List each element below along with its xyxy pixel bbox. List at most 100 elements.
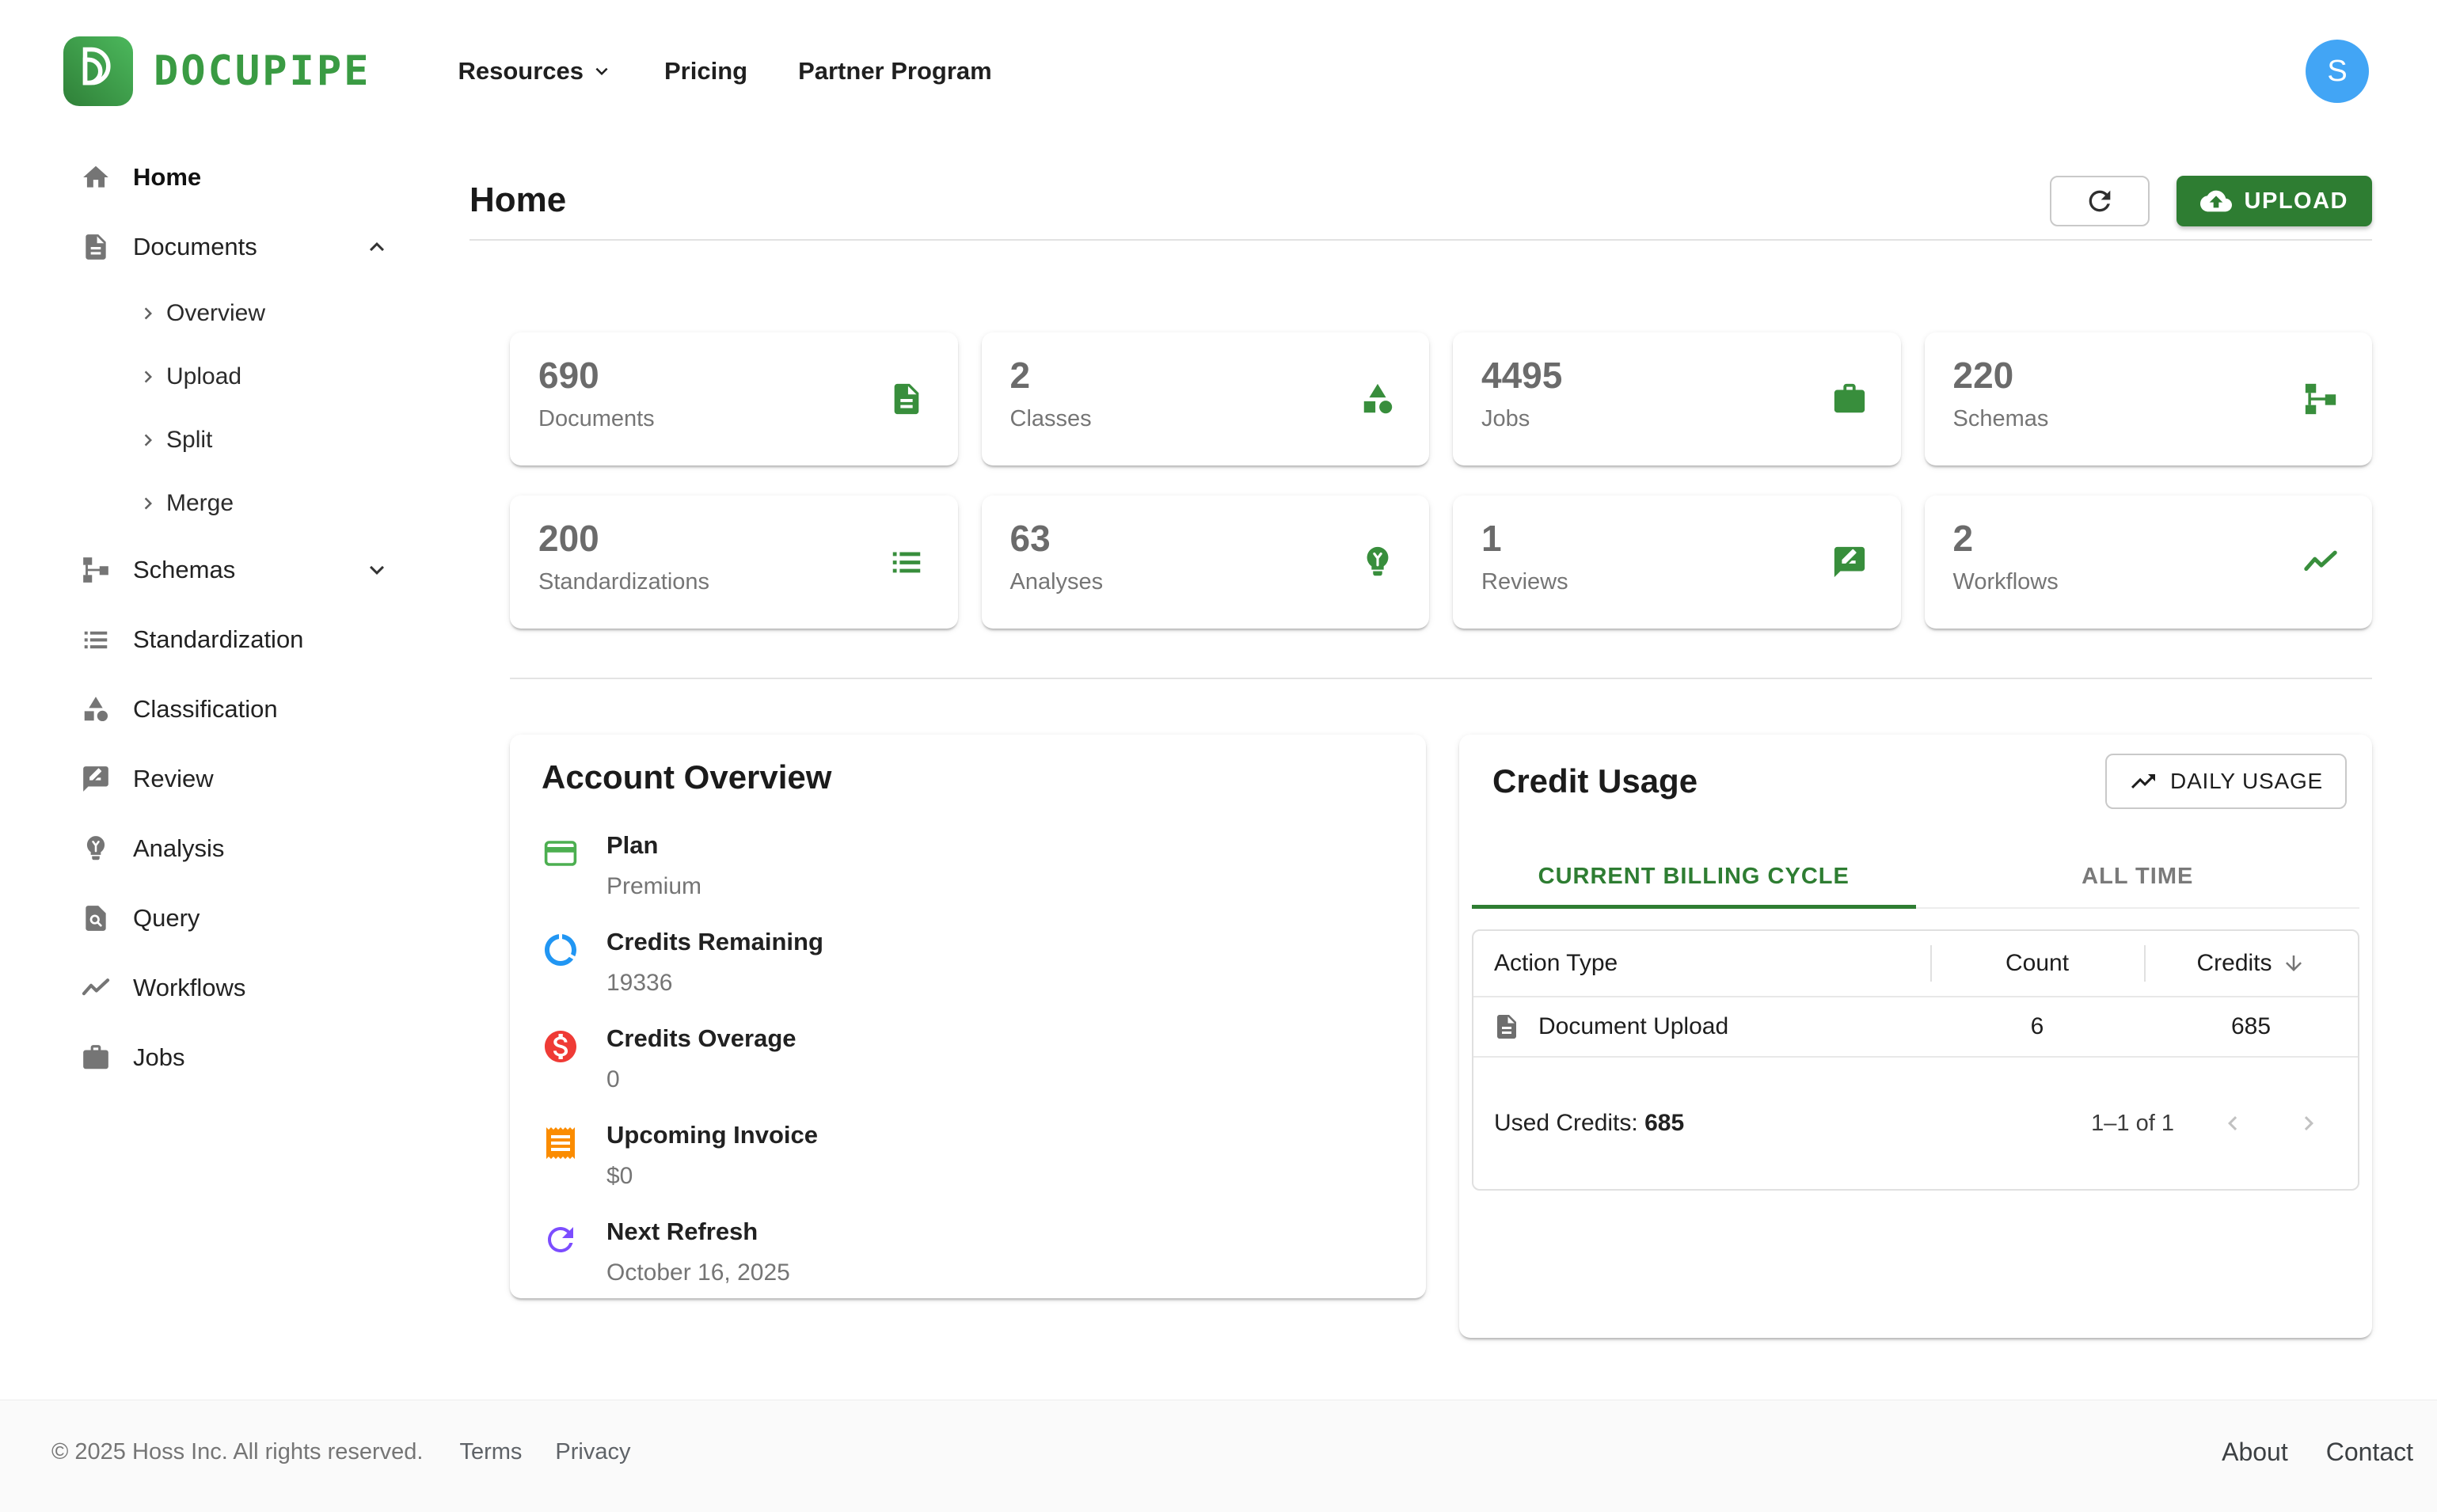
table-row[interactable]: Document Upload 6 685 — [1473, 996, 2358, 1056]
sidebar-item-home[interactable]: Home — [0, 142, 443, 212]
stat-card-workflows[interactable]: 2 Workflows — [1925, 496, 2373, 629]
stat-card-analyses[interactable]: 63 Analyses — [982, 496, 1430, 629]
nav-partner-program[interactable]: Partner Program — [798, 57, 992, 85]
sidebar-item-label: Home — [133, 163, 201, 192]
rate-review-icon — [1831, 544, 1868, 580]
sidebar-subitem-label: Split — [166, 427, 212, 454]
credit-usage-panel: Credit Usage DAILY USAGE CURRENT BILLING… — [1459, 735, 2372, 1338]
plan-value: Premium — [606, 869, 701, 904]
sidebar-subitem-label: Overview — [166, 300, 265, 327]
stat-card-reviews[interactable]: 1 Reviews — [1453, 496, 1901, 629]
top-nav: DOCUPIPE Resources Pricing Partner Progr… — [0, 0, 2437, 142]
used-credits-label: Used Credits: — [1494, 1110, 1638, 1136]
lightbulb-icon — [1359, 544, 1396, 580]
page-title: Home — [470, 176, 566, 220]
sidebar-item-documents[interactable]: Documents — [0, 212, 443, 282]
footer: © 2025 Hoss Inc. All rights reserved. Te… — [0, 1400, 2437, 1512]
terms-link[interactable]: Terms — [459, 1439, 522, 1465]
table-header: Action Type Count Credits — [1473, 931, 2358, 996]
stat-card-classes[interactable]: 2 Classes — [982, 332, 1430, 465]
daily-usage-label: DAILY USAGE — [2170, 769, 2323, 794]
sidebar-item-merge[interactable]: Merge — [0, 472, 443, 535]
schema-icon — [2302, 381, 2339, 417]
stat-label: Documents — [538, 406, 930, 432]
sidebar-item-split[interactable]: Split — [0, 408, 443, 472]
sidebar-item-upload[interactable]: Upload — [0, 345, 443, 408]
credit-usage-table: Action Type Count Credits Document Uploa… — [1472, 929, 2359, 1191]
sidebar-item-classification[interactable]: Classification — [0, 674, 443, 744]
sidebar-item-label: Analysis — [133, 834, 224, 863]
chevron-right-icon — [136, 492, 160, 515]
sidebar-item-label: Review — [133, 765, 214, 793]
sidebar-item-overview[interactable]: Overview — [0, 282, 443, 345]
used-credits-value: 685 — [1644, 1110, 1684, 1136]
sidebar-item-query[interactable]: Query — [0, 883, 443, 953]
chevron-up-icon[interactable] — [363, 233, 391, 261]
tab-current-billing-cycle[interactable]: CURRENT BILLING CYCLE — [1472, 845, 1916, 907]
stat-card-documents[interactable]: 690 Documents — [510, 332, 958, 465]
briefcase-icon — [1831, 381, 1868, 417]
brand-logo[interactable]: DOCUPIPE — [63, 36, 371, 106]
sidebar-item-label: Query — [133, 904, 200, 933]
table-footer: Used Credits: 685 1–1 of 1 — [1473, 1056, 2358, 1189]
refresh-icon — [542, 1221, 580, 1259]
credits-overage-label: Credits Overage — [606, 1023, 796, 1054]
column-action-type[interactable]: Action Type — [1473, 950, 1930, 977]
document-search-icon — [81, 903, 111, 933]
credits-remaining-label: Credits Remaining — [606, 926, 823, 958]
upload-button-label: UPLOAD — [2245, 188, 2348, 215]
next-refresh-item: Next Refresh October 16, 2025 — [542, 1216, 1394, 1290]
sidebar-item-analysis[interactable]: Analysis — [0, 814, 443, 883]
sidebar-subitem-label: Upload — [166, 363, 241, 390]
nav-resources-label: Resources — [458, 57, 584, 85]
timeline-icon — [81, 973, 111, 1003]
sidebar-item-jobs[interactable]: Jobs — [0, 1023, 443, 1092]
brand-wordmark: DOCUPIPE — [154, 47, 371, 95]
used-credits: Used Credits: 685 — [1494, 1110, 1684, 1137]
user-avatar[interactable]: S — [2306, 40, 2369, 103]
stat-card-standardizations[interactable]: 200 Standardizations — [510, 496, 958, 629]
nav-pricing[interactable]: Pricing — [664, 57, 747, 85]
daily-usage-button[interactable]: DAILY USAGE — [2105, 754, 2347, 809]
docupipe-d-badge-icon — [63, 36, 133, 106]
next-page-button[interactable] — [2291, 1106, 2326, 1141]
tab-all-time[interactable]: ALL TIME — [1916, 845, 2360, 907]
upcoming-invoice-label: Upcoming Invoice — [606, 1119, 818, 1151]
stat-label: Schemas — [1953, 406, 2344, 432]
privacy-link[interactable]: Privacy — [555, 1439, 630, 1465]
lightbulb-icon — [81, 834, 111, 864]
about-link[interactable]: About — [2222, 1438, 2288, 1467]
sidebar-item-label: Classification — [133, 695, 278, 724]
next-refresh-value: October 16, 2025 — [606, 1256, 790, 1290]
category-icon — [81, 694, 111, 724]
sidebar: Home Documents Overview Upload Split Mer… — [0, 142, 443, 1400]
sidebar-item-schemas[interactable]: Schemas — [0, 535, 443, 605]
refresh-button[interactable] — [2050, 176, 2150, 226]
sidebar-item-review[interactable]: Review — [0, 744, 443, 814]
upload-button[interactable]: UPLOAD — [2177, 176, 2372, 226]
sidebar-item-workflows[interactable]: Workflows — [0, 953, 443, 1023]
copyright-text: © 2025 Hoss Inc. All rights reserved. — [51, 1439, 423, 1465]
chevron-right-icon — [136, 428, 160, 452]
stat-card-schemas[interactable]: 220 Schemas — [1925, 332, 2373, 465]
contact-link[interactable]: Contact — [2326, 1438, 2413, 1467]
category-icon — [1359, 381, 1396, 417]
refresh-icon — [2084, 185, 2116, 217]
column-credits[interactable]: Credits — [2144, 931, 2358, 996]
home-icon — [81, 162, 111, 192]
document-icon — [1492, 1012, 1521, 1041]
sidebar-subitem-label: Merge — [166, 490, 234, 517]
credit-usage-tabs: CURRENT BILLING CYCLE ALL TIME — [1472, 845, 2359, 909]
stat-card-jobs[interactable]: 4495 Jobs — [1453, 332, 1901, 465]
nav-resources[interactable]: Resources — [458, 57, 614, 85]
sidebar-item-standardization[interactable]: Standardization — [0, 605, 443, 674]
row-credits: 685 — [2144, 997, 2358, 1056]
document-icon — [81, 232, 111, 262]
cloud-upload-icon — [2200, 185, 2232, 217]
upcoming-invoice-value: $0 — [606, 1159, 818, 1194]
column-count[interactable]: Count — [1930, 931, 2144, 996]
stat-label: Analyses — [1010, 569, 1401, 595]
schema-icon — [81, 555, 111, 585]
previous-page-button[interactable] — [2215, 1106, 2250, 1141]
chevron-down-icon[interactable] — [363, 556, 391, 584]
